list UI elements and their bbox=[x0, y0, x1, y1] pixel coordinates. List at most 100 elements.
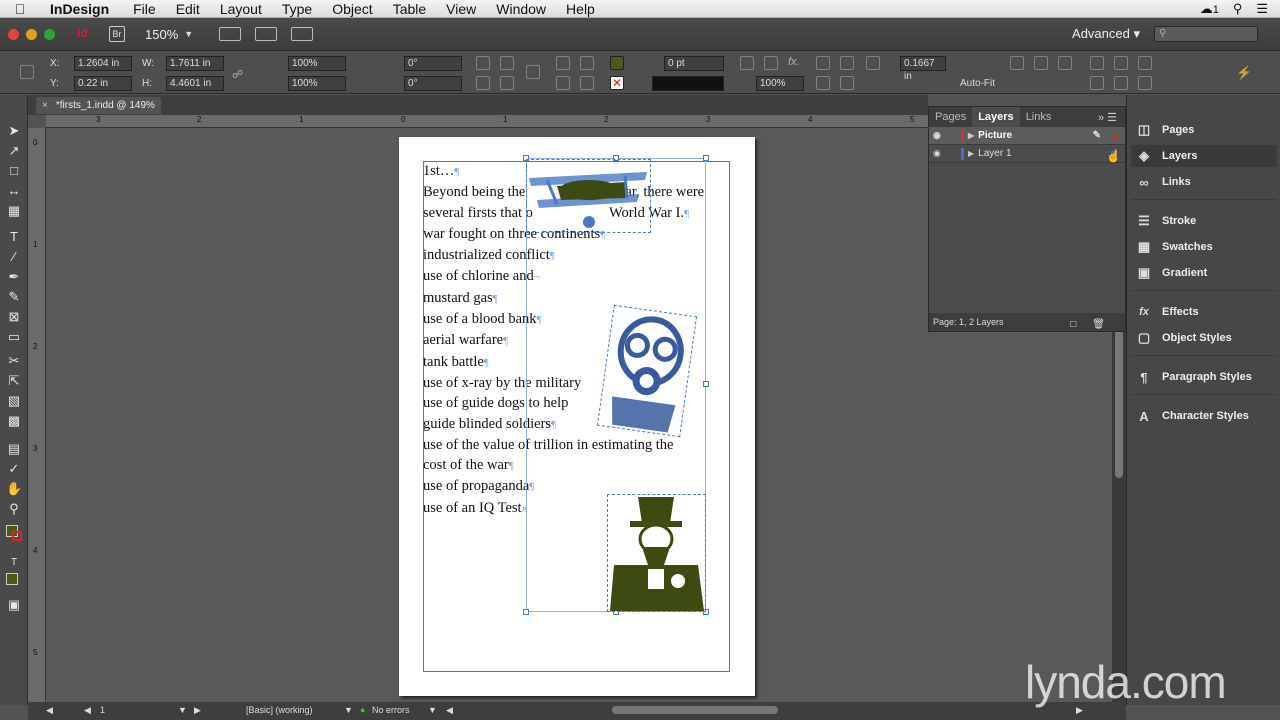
layer-row-layer1[interactable]: ◉ ▶ Layer 1 ☝ bbox=[929, 145, 1125, 163]
dock-gradient[interactable]: ▣ Gradient bbox=[1135, 262, 1275, 284]
menu-layout[interactable]: Layout bbox=[210, 1, 272, 17]
bridge-icon[interactable]: Br bbox=[109, 26, 125, 42]
note-tool-icon[interactable]: ▤ bbox=[6, 441, 22, 457]
rotation-field[interactable]: 0° bbox=[404, 56, 462, 71]
fit-frame-icon[interactable] bbox=[866, 56, 880, 70]
stroke-color-icon[interactable] bbox=[12, 531, 22, 541]
pencil-tool-icon[interactable]: ✎ bbox=[6, 289, 22, 305]
rotate-ccw-icon[interactable] bbox=[500, 56, 514, 70]
uncle-sam-image-frame[interactable] bbox=[607, 494, 706, 612]
selection-square-icon[interactable] bbox=[1111, 132, 1117, 139]
dock-pages[interactable]: ◫ Pages bbox=[1135, 119, 1275, 141]
content-collector-icon[interactable]: ▦ bbox=[6, 203, 22, 219]
y-field[interactable]: 0.22 in bbox=[74, 76, 132, 91]
selection-tool-icon[interactable]: ➤ bbox=[6, 123, 22, 139]
vertical-scroll-thumb[interactable] bbox=[1115, 328, 1123, 478]
layer-row-picture[interactable]: ◉ ▶ Picture ✎ bbox=[929, 127, 1125, 145]
visibility-eye-icon[interactable]: ◉ bbox=[933, 130, 947, 141]
flip-vertical-icon[interactable] bbox=[500, 76, 514, 90]
expand-triangle-icon[interactable]: ▶ bbox=[968, 131, 974, 140]
selection-handle[interactable] bbox=[703, 155, 709, 161]
menu-view[interactable]: View bbox=[436, 1, 486, 17]
effects-fx-icon[interactable]: fx. bbox=[788, 56, 802, 70]
screen-mode-tool-icon[interactable]: ▣ bbox=[6, 597, 22, 613]
visibility-eye-icon[interactable]: ◉ bbox=[933, 148, 947, 159]
dock-paragraph-styles[interactable]: ¶ Paragraph Styles bbox=[1135, 366, 1275, 388]
scissors-tool-icon[interactable]: ✂ bbox=[6, 353, 22, 369]
first-page-icon[interactable]: ◀ bbox=[46, 705, 53, 716]
view-options-icon[interactable] bbox=[219, 27, 242, 41]
select-container-icon[interactable] bbox=[556, 56, 570, 70]
profile-dropdown-icon[interactable]: ▼ bbox=[344, 705, 353, 715]
horizontal-ruler[interactable]: 3 2 1 0 1 2 3 4 5 bbox=[46, 115, 928, 128]
wrap-bbox-icon[interactable] bbox=[816, 76, 830, 90]
gap-tool-icon[interactable]: ↔ bbox=[6, 183, 22, 199]
wrap-shape-icon[interactable] bbox=[840, 76, 854, 90]
text-wrap-icon[interactable] bbox=[816, 56, 830, 70]
distribute-left-icon[interactable] bbox=[1090, 76, 1104, 90]
stroke-swatch-none[interactable]: ✕ bbox=[610, 76, 624, 90]
dock-character-styles[interactable]: A Character Styles bbox=[1135, 405, 1275, 427]
align-center-icon[interactable] bbox=[1034, 56, 1048, 70]
scroll-left-icon[interactable]: ◀ bbox=[446, 705, 453, 716]
zoom-level[interactable]: 150% bbox=[145, 27, 178, 42]
rotate-cw-icon[interactable] bbox=[476, 56, 490, 70]
page-tool-icon[interactable]: □ bbox=[6, 163, 22, 179]
align-left-icon[interactable] bbox=[1010, 56, 1024, 70]
zoom-window-button[interactable] bbox=[44, 28, 55, 40]
align-middle-icon[interactable] bbox=[1114, 56, 1128, 70]
height-field[interactable]: 4.4601 in bbox=[166, 76, 224, 91]
chevron-down-icon[interactable]: ▼ bbox=[184, 29, 193, 39]
align-right-icon[interactable] bbox=[1058, 56, 1072, 70]
align-top-icon[interactable] bbox=[1090, 56, 1104, 70]
pen-tool-icon[interactable]: ✒ bbox=[6, 269, 22, 285]
spotlight-icon[interactable]: ⚲ bbox=[1233, 1, 1243, 17]
eyedropper-tool-icon[interactable]: ✓ bbox=[6, 461, 22, 477]
close-window-button[interactable] bbox=[8, 28, 19, 40]
drop-shadow-icon[interactable] bbox=[764, 56, 778, 70]
menu-file[interactable]: File bbox=[123, 1, 166, 17]
menu-help[interactable]: Help bbox=[556, 1, 605, 17]
help-search-input[interactable]: ⚲ bbox=[1154, 26, 1258, 42]
scale-x-field[interactable]: 100% bbox=[288, 56, 346, 71]
biplane-image-frame[interactable] bbox=[526, 159, 651, 233]
vertical-ruler[interactable]: 0 1 2 3 4 5 bbox=[28, 128, 46, 702]
free-transform-tool-icon[interactable]: ⇱ bbox=[6, 373, 22, 389]
flip-horizontal-icon[interactable] bbox=[476, 76, 490, 90]
opacity-field[interactable]: 100% bbox=[756, 76, 804, 91]
autofit-checkbox[interactable]: Auto-Fit bbox=[960, 78, 995, 89]
stroke-type-field[interactable] bbox=[652, 76, 724, 91]
select-content-icon[interactable] bbox=[556, 76, 570, 90]
fitting-icon[interactable] bbox=[740, 56, 754, 70]
formatting-affects-text-icon[interactable]: T bbox=[6, 555, 22, 571]
workspace-switcher[interactable]: Advanced ▾ bbox=[1072, 26, 1140, 42]
tab-layers[interactable]: Layers bbox=[972, 107, 1020, 127]
menu-app[interactable]: InDesign bbox=[40, 1, 123, 17]
zoom-tool-icon[interactable]: ⚲ bbox=[6, 501, 22, 517]
menu-object[interactable]: Object bbox=[322, 1, 382, 17]
rectangle-tool-icon[interactable]: ▭ bbox=[6, 329, 22, 345]
expand-triangle-icon[interactable]: ▶ bbox=[968, 149, 974, 158]
quick-apply-icon[interactable]: ⚡ bbox=[1236, 65, 1252, 80]
apply-color-icon[interactable] bbox=[6, 573, 18, 585]
hand-tool-icon[interactable]: ✋ bbox=[6, 481, 22, 497]
width-field[interactable]: 1.7611 in bbox=[166, 56, 224, 71]
minimize-window-button[interactable] bbox=[26, 28, 37, 40]
gas-mask-image-frame[interactable] bbox=[596, 304, 698, 438]
dock-effects[interactable]: fx Effects bbox=[1135, 301, 1275, 323]
dock-layers[interactable]: ◈ Layers bbox=[1131, 145, 1277, 167]
x-field[interactable]: 1.2604 in bbox=[74, 56, 132, 71]
dock-swatches[interactable]: ▦ Swatches bbox=[1135, 236, 1275, 258]
arrange-documents-icon[interactable] bbox=[291, 27, 314, 41]
delete-layer-icon[interactable]: 🗑 bbox=[1092, 316, 1105, 334]
line-tool-icon[interactable]: ∕ bbox=[6, 249, 22, 265]
gradient-swatch-tool-icon[interactable]: ▧ bbox=[6, 393, 22, 409]
selection-handle[interactable] bbox=[523, 609, 529, 615]
pen-target-icon[interactable]: ✎ bbox=[1093, 130, 1101, 141]
reference-point-icon[interactable] bbox=[20, 65, 34, 79]
menu-table[interactable]: Table bbox=[383, 1, 436, 17]
errors-status[interactable]: No errors bbox=[372, 705, 410, 715]
notification-list-icon[interactable]: ☰ bbox=[1256, 1, 1268, 17]
scale-y-field[interactable]: 100% bbox=[288, 76, 346, 91]
gradient-feather-tool-icon[interactable]: ▩ bbox=[6, 413, 22, 429]
